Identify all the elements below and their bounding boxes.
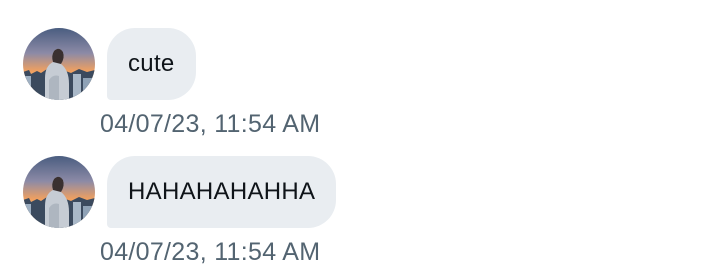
avatar-photo — [23, 156, 95, 228]
message-text: cute — [128, 50, 175, 77]
message-bubble[interactable]: HAHAHAHAHHA — [107, 156, 337, 228]
message-thread: cute 04/07/23, 11:54 AM HAHAHAHAHHA 04/0… — [0, 0, 716, 280]
message-timestamp: 04/07/23, 11:54 AM — [100, 110, 321, 138]
message-timestamp: 04/07/23, 11:54 AM — [100, 238, 321, 266]
message-text: HAHAHAHAHHA — [128, 178, 316, 205]
avatar-photo — [23, 28, 95, 100]
message-bubble[interactable]: cute — [107, 28, 196, 100]
avatar[interactable] — [23, 156, 95, 228]
avatar[interactable] — [23, 28, 95, 100]
